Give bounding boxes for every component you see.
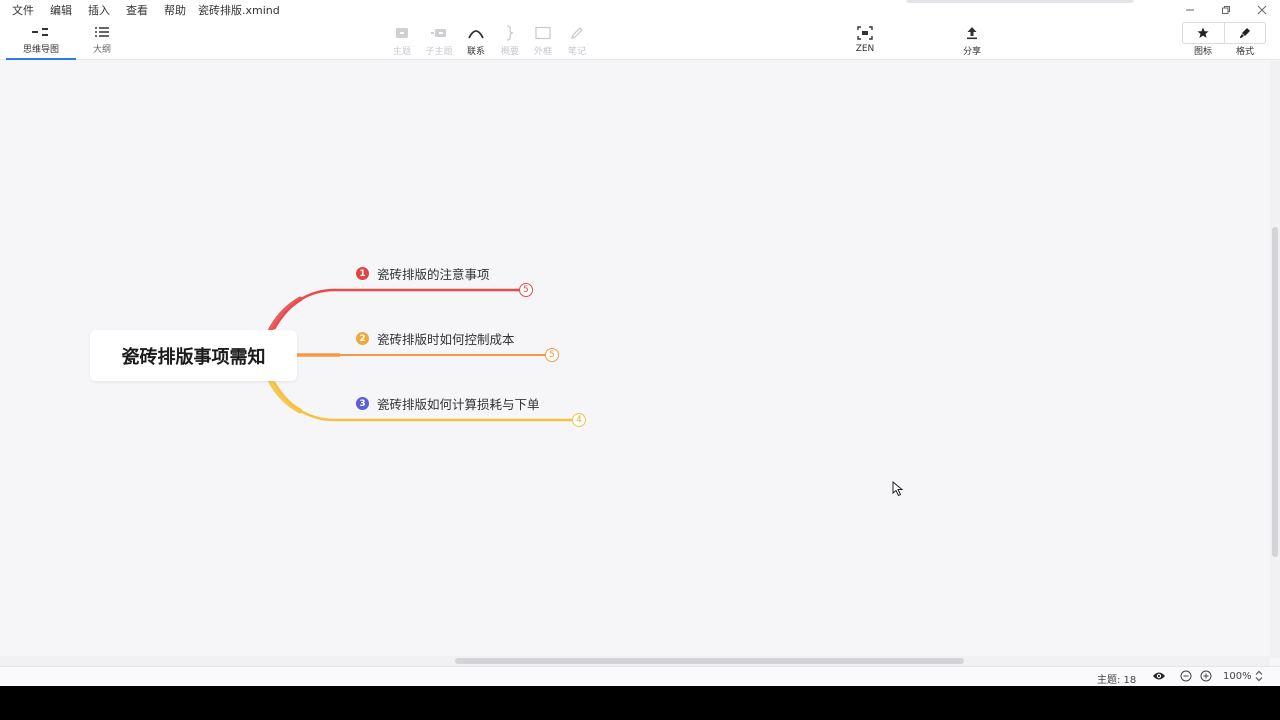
tab-outline[interactable]: 大纲 xyxy=(82,24,122,60)
view-toggle-button[interactable] xyxy=(1152,670,1166,685)
upload-icon xyxy=(965,24,979,42)
topic-count: 主题: 18 xyxy=(1097,675,1137,686)
tab-mindmap-label: 思维导图 xyxy=(22,45,59,55)
branch-topic-3[interactable]: 3 瓷砖排版如何计算损耗与下单 xyxy=(356,394,540,413)
branch-topic-2-label: 瓷砖排版时如何控制成本 xyxy=(377,332,515,347)
summary-button[interactable]: 概要 xyxy=(492,24,528,58)
brace-icon xyxy=(505,24,515,42)
topic-icon xyxy=(395,24,409,42)
vertical-scrollbar[interactable] xyxy=(1270,61,1280,658)
share-button[interactable]: 分享 xyxy=(954,24,990,58)
menu-help[interactable]: 帮助 xyxy=(164,2,186,18)
branch-line-1 xyxy=(272,288,521,330)
close-icon xyxy=(1257,5,1267,15)
relationship-icon xyxy=(467,24,485,42)
subtopic-icon xyxy=(431,24,447,42)
restore-button[interactable] xyxy=(1208,0,1244,20)
zoom-level: 100% xyxy=(1223,671,1252,682)
notification-strip xyxy=(906,0,1134,3)
format-panel-label: 格式 xyxy=(1235,47,1254,57)
updown-chevron-icon xyxy=(1255,670,1263,682)
zen-button[interactable]: ZEN xyxy=(847,24,883,58)
close-button[interactable] xyxy=(1244,0,1280,20)
menu-insert[interactable]: 插入 xyxy=(88,2,110,18)
horizontal-scrollbar-thumb[interactable] xyxy=(455,658,964,664)
pencil-icon xyxy=(570,24,584,42)
brush-icon xyxy=(1239,28,1250,38)
expand-branch-1-button[interactable]: 5 xyxy=(519,283,533,297)
boundary-icon xyxy=(535,24,551,42)
menu-view[interactable]: 查看 xyxy=(126,2,148,18)
star-icon xyxy=(1197,27,1209,38)
central-topic[interactable]: 瓷砖排版事项需知 xyxy=(90,330,297,381)
expand-branch-2-button[interactable]: 5 xyxy=(545,348,559,362)
top-chrome: 文件 编辑 插入 查看 帮助 瓷砖排版.xmind 思维导图 大纲 主题 子主题… xyxy=(0,0,1280,60)
tab-outline-label: 大纲 xyxy=(92,45,111,55)
status-bar: 主题: 18 100% xyxy=(0,666,1280,686)
expand-branch-3-button[interactable]: 4 xyxy=(572,413,586,427)
mouse-cursor-icon xyxy=(892,481,904,497)
menu-file[interactable]: 文件 xyxy=(12,2,34,18)
priority-3-icon: 3 xyxy=(356,397,369,410)
panel-toggle-group xyxy=(1182,22,1266,44)
relationship-button[interactable]: 联系 xyxy=(458,24,494,58)
vertical-scrollbar-thumb[interactable] xyxy=(1272,227,1278,557)
zoom-out-icon xyxy=(1180,670,1192,682)
menu-bar: 文件 编辑 插入 查看 帮助 瓷砖排版.xmind xyxy=(0,0,280,20)
branch-topic-3-label: 瓷砖排版如何计算损耗与下单 xyxy=(377,397,540,412)
branch-topic-1[interactable]: 1 瓷砖排版的注意事项 xyxy=(356,264,490,283)
minimize-icon xyxy=(1186,9,1194,11)
horizontal-scrollbar[interactable] xyxy=(0,656,1270,666)
zoom-in-button[interactable] xyxy=(1200,670,1212,685)
restore-icon xyxy=(1222,6,1230,14)
xmind-window: 文件 编辑 插入 查看 帮助 瓷砖排版.xmind 思维导图 大纲 主题 子主题… xyxy=(0,0,1280,686)
subtopic-button[interactable]: 子主题 xyxy=(421,24,457,58)
priority-1-icon: 1 xyxy=(356,267,369,280)
branch-topic-1-label: 瓷砖排版的注意事项 xyxy=(377,267,490,282)
fullscreen-icon xyxy=(857,24,873,42)
zoom-in-icon xyxy=(1200,670,1212,682)
note-button[interactable]: 笔记 xyxy=(559,24,595,58)
branch-topic-2[interactable]: 2 瓷砖排版时如何控制成本 xyxy=(356,329,515,348)
icons-panel-label: 图标 xyxy=(1193,47,1212,57)
branch-line-3-root xyxy=(267,377,303,414)
boundary-button[interactable]: 外框 xyxy=(525,24,561,58)
outline-icon xyxy=(95,24,109,40)
mindmap-icon xyxy=(32,24,50,40)
zoom-out-button[interactable] xyxy=(1180,670,1192,685)
format-panel-button[interactable] xyxy=(1223,23,1266,43)
panel-toggle-labels: 图标 格式 xyxy=(1182,44,1266,57)
mindmap-canvas[interactable]: 瓷砖排版事项需知 1 瓷砖排版的注意事项 2 瓷砖排版时如何控制成本 3 瓷砖排… xyxy=(0,61,1270,658)
priority-2-icon: 2 xyxy=(356,332,369,345)
zoom-stepper[interactable] xyxy=(1255,670,1263,683)
menu-edit[interactable]: 编辑 xyxy=(50,2,72,18)
tab-mindmap[interactable]: 思维导图 xyxy=(6,24,76,60)
window-controls xyxy=(1172,0,1280,20)
os-taskbar xyxy=(0,686,1280,720)
eye-icon xyxy=(1153,672,1165,680)
icons-panel-button[interactable] xyxy=(1183,23,1224,43)
minimize-button[interactable] xyxy=(1172,0,1208,20)
topic-button[interactable]: 主题 xyxy=(384,24,420,58)
file-title: 瓷砖排版.xmind xyxy=(198,4,280,17)
